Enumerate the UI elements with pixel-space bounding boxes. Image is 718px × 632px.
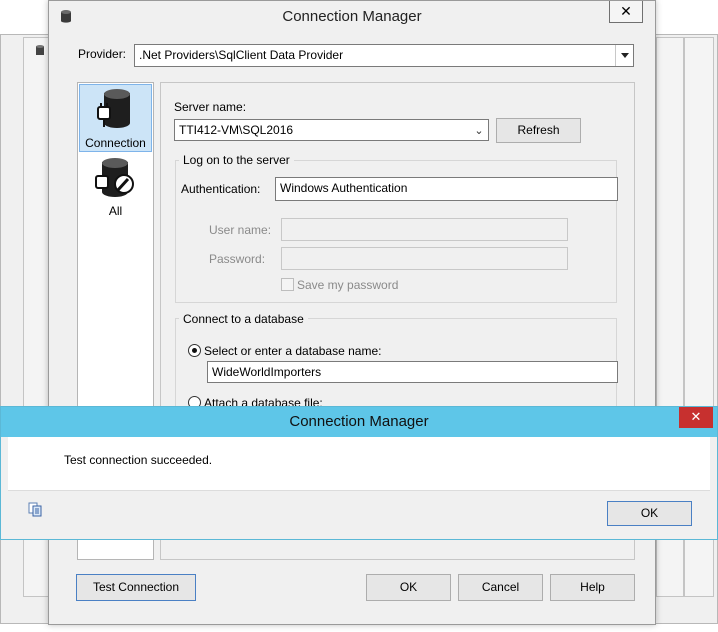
username-field[interactable] <box>281 218 568 241</box>
server-name-label: Server name: <box>174 100 247 114</box>
message-text: Test connection succeeded. <box>64 453 213 467</box>
test-result-message-box: Connection Manager ✕ Test connection suc… <box>0 406 718 540</box>
help-button[interactable]: Help <box>550 574 635 601</box>
provider-label: Provider: <box>78 47 127 61</box>
close-button[interactable]: ✕ <box>609 1 643 23</box>
refresh-button[interactable]: Refresh <box>496 118 581 143</box>
cancel-button[interactable]: Cancel <box>458 574 543 601</box>
message-box-title: Connection Manager <box>289 413 429 430</box>
server-name-combo[interactable]: TTI412-VM\SQL2016 ⌄ <box>174 119 489 141</box>
database-name-field[interactable]: WideWorldImporters <box>207 361 618 383</box>
message-box-title-bar: Connection Manager ✕ <box>1 407 717 437</box>
database-group-title: Connect to a database <box>179 312 308 326</box>
ok-button[interactable]: OK <box>366 574 451 601</box>
authentication-label: Authentication: <box>181 182 261 196</box>
logon-group-title: Log on to the server <box>179 153 294 167</box>
database-plug-icon <box>97 89 130 128</box>
authentication-select[interactable]: Windows Authentication <box>275 177 618 201</box>
username-label: User name: <box>209 223 272 237</box>
message-ok-button[interactable]: OK <box>607 501 692 526</box>
database-name-value: WideWorldImporters <box>212 365 322 379</box>
sidebar-item-all[interactable]: All <box>79 155 152 223</box>
password-field[interactable] <box>281 247 568 270</box>
close-icon: ✕ <box>620 3 632 19</box>
authentication-value: Windows Authentication <box>280 181 408 195</box>
dialog-title-bar: Connection Manager ✕ <box>49 1 655 32</box>
password-label: Password: <box>209 252 266 266</box>
test-connection-button[interactable]: Test Connection <box>76 574 196 601</box>
provider-value: .Net Providers\SqlClient Data Provider <box>139 48 344 62</box>
sidebar-item-connection[interactable]: Connection <box>79 84 152 152</box>
copy-icon[interactable] <box>27 501 43 517</box>
save-password-checkbox[interactable] <box>281 278 294 291</box>
close-icon: ✕ <box>690 409 702 424</box>
provider-select[interactable]: .Net Providers\SqlClient Data Provider <box>134 44 634 67</box>
select-database-radio[interactable] <box>188 344 201 357</box>
save-password-label: Save my password <box>297 278 399 292</box>
message-box-footer: OK <box>8 490 710 536</box>
select-database-label: Select or enter a database name: <box>204 344 382 358</box>
chevron-down-icon[interactable]: ⌄ <box>470 120 488 140</box>
database-icon <box>36 45 44 55</box>
sidebar-item-connection-label: Connection <box>85 136 146 150</box>
database-wrench-icon <box>95 158 134 197</box>
message-box-body: Test connection succeeded. <box>8 437 710 490</box>
message-box-close-button[interactable]: ✕ <box>679 407 713 428</box>
sidebar-item-all-label: All <box>108 204 123 218</box>
chevron-down-icon[interactable] <box>615 45 633 66</box>
server-name-value: TTI412-VM\SQL2016 <box>179 123 294 137</box>
dialog-title: Connection Manager <box>282 8 422 25</box>
